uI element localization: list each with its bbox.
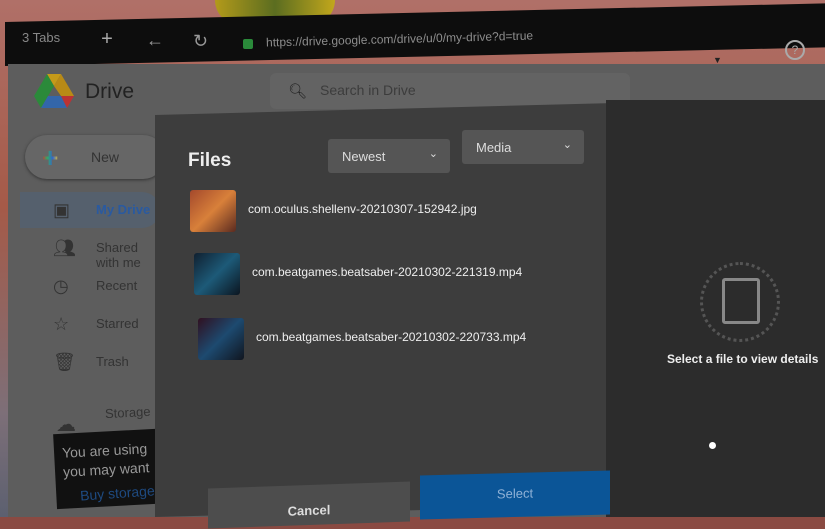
new-label: New	[91, 149, 120, 165]
star-icon: ☆	[53, 314, 70, 334]
dialog-title: Files	[188, 150, 232, 171]
plus-icon: +	[42, 142, 59, 173]
search-placeholder: Search in Drive	[320, 82, 416, 98]
people-icon: 👥︎	[53, 238, 76, 258]
sidebar-item-trash[interactable]: 🗑︎ Trash	[20, 344, 160, 380]
sort-dropdown[interactable]: Newest ⌄	[328, 139, 450, 173]
tabs-button[interactable]: 3 Tabs	[22, 30, 60, 45]
new-tab-icon[interactable]: +	[96, 28, 118, 50]
chevron-down-icon: ⌄	[562, 139, 572, 151]
help-icon[interactable]: ?	[785, 40, 805, 60]
filter-dropdown[interactable]: Media ⌄	[462, 130, 584, 164]
pointer-cursor	[709, 442, 716, 449]
storage-label: Storage	[104, 403, 151, 422]
lock-icon	[243, 39, 253, 49]
chevron-down-icon: ⌄	[428, 148, 438, 160]
file-thumbnail	[194, 253, 240, 295]
file-thumbnail	[190, 190, 236, 232]
file-thumbnail	[198, 318, 244, 360]
trash-icon: 🗑︎	[53, 352, 76, 372]
caret-down-icon[interactable]: ▼	[713, 55, 722, 65]
search-icon: 🔍︎	[288, 83, 308, 100]
details-placeholder: Select a file to view details	[667, 352, 819, 366]
sidebar-item-shared[interactable]: 👥︎ Shared with me	[20, 230, 160, 270]
sidebar-item-starred[interactable]: ☆ Starred	[20, 306, 160, 342]
file-icon	[722, 278, 760, 324]
drive-brand: Drive	[85, 80, 135, 103]
reload-icon[interactable]: ↻	[193, 31, 208, 52]
drive-logo-icon	[34, 74, 74, 108]
select-button[interactable]: Select	[420, 470, 610, 520]
sidebar-item-my-drive[interactable]: ▣ My Drive	[20, 192, 160, 228]
cancel-button[interactable]: Cancel	[208, 481, 410, 529]
my-drive-icon: ▣	[53, 200, 71, 220]
clock-icon: ◷	[53, 276, 69, 296]
sidebar-item-recent[interactable]: ◷ Recent	[20, 268, 160, 304]
back-icon[interactable]: ←	[146, 30, 164, 51]
